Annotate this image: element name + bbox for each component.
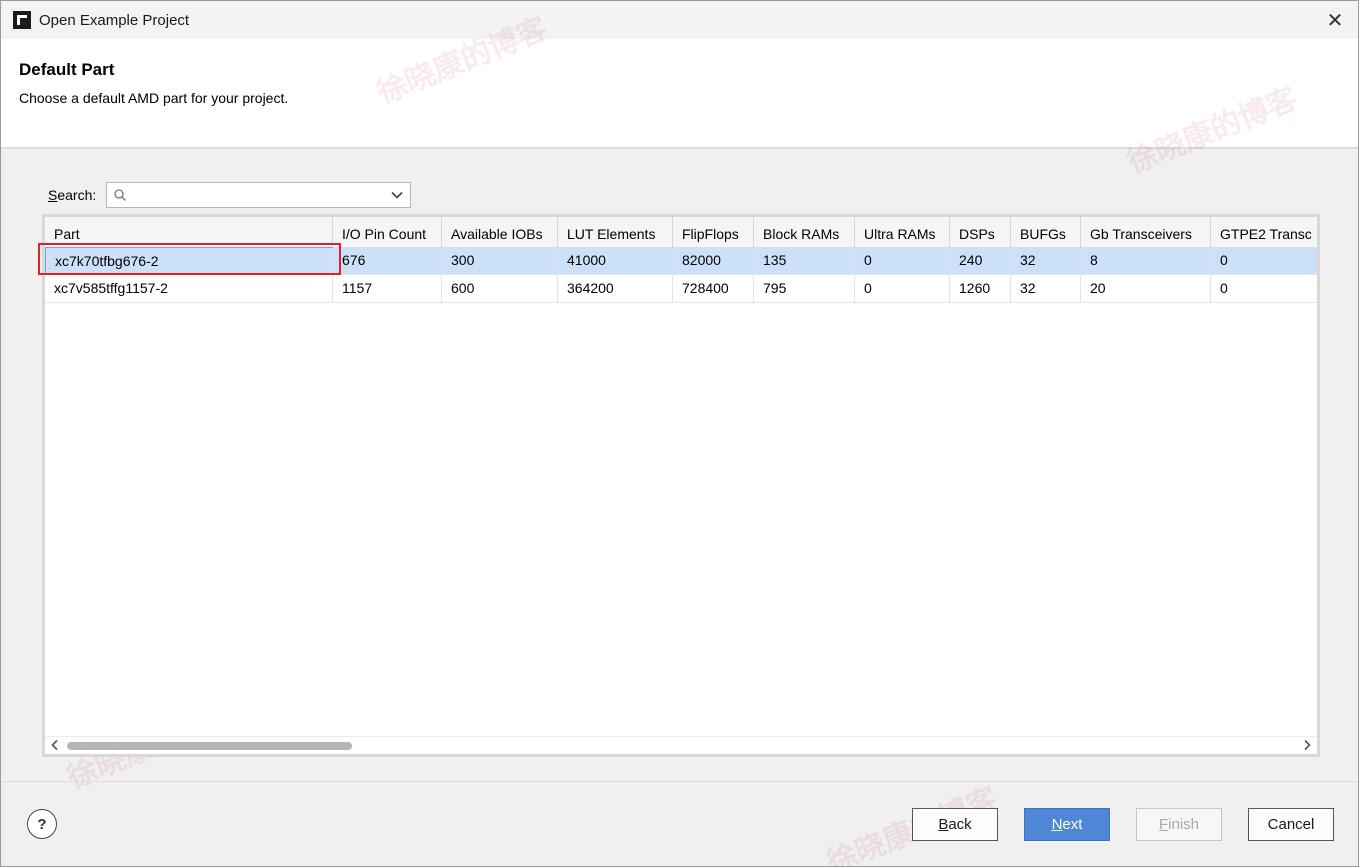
column-header-part[interactable]: Part: [45, 217, 333, 247]
back-label: ack: [948, 816, 972, 833]
cell-lut-elements[interactable]: 41000: [558, 247, 673, 274]
footer-divider: [1, 781, 1358, 782]
cell-flipflops[interactable]: 82000: [673, 247, 754, 274]
cell-dsps[interactable]: 1260: [950, 275, 1011, 302]
help-button[interactable]: ?: [27, 809, 57, 839]
column-header-bufgs[interactable]: BUFGs: [1011, 217, 1081, 247]
amd-logo-icon: [13, 11, 31, 29]
chevron-down-icon[interactable]: [390, 188, 404, 202]
title-bar: Open Example Project ✕: [1, 1, 1358, 39]
cancel-button[interactable]: Cancel: [1248, 808, 1334, 841]
cell-available-iobs[interactable]: 300: [442, 247, 558, 274]
header-panel: Default Part Choose a default AMD part f…: [1, 39, 1358, 149]
cell-gtpe2-transceivers[interactable]: 0: [1211, 275, 1317, 302]
cell-gtpe2-transceivers[interactable]: 0: [1211, 247, 1317, 274]
next-mnemonic: N: [1051, 816, 1063, 833]
back-button[interactable]: Back: [912, 808, 998, 841]
cell-available-iobs[interactable]: 600: [442, 275, 558, 302]
next-button[interactable]: Next: [1024, 808, 1110, 841]
page-subtitle: Choose a default AMD part for your proje…: [19, 90, 289, 106]
table-header: Part I/O Pin Count Available IOBs LUT El…: [45, 217, 1317, 248]
cell-block-rams[interactable]: 795: [754, 275, 855, 302]
cell-part[interactable]: xc7v585tffg1157-2: [45, 275, 333, 302]
column-header-gb-transceivers[interactable]: Gb Transceivers: [1081, 217, 1211, 247]
search-input[interactable]: [131, 185, 385, 207]
cell-gb-transceivers[interactable]: 8: [1081, 247, 1211, 274]
page-title: Default Part: [19, 60, 115, 79]
table-row[interactable]: xc7v585tffg1157-2 1157 600 364200 728400…: [45, 275, 1317, 303]
scrollbar-thumb[interactable]: [67, 742, 352, 750]
finish-label: inish: [1168, 816, 1200, 833]
cell-ultra-rams[interactable]: 0: [855, 275, 950, 302]
column-header-dsps[interactable]: DSPs: [950, 217, 1011, 247]
search-icon: [114, 189, 126, 201]
column-header-block-rams[interactable]: Block RAMs: [754, 217, 855, 247]
table-row-selected[interactable]: xc7k70tfbg676-2 676 300 41000 82000 135 …: [45, 247, 1317, 275]
column-header-available-iobs[interactable]: Available IOBs: [442, 217, 558, 247]
chevron-left-icon[interactable]: [48, 738, 62, 752]
cell-dsps[interactable]: 240: [950, 247, 1011, 274]
column-header-gtpe2-transceivers[interactable]: GTPE2 Transc: [1211, 217, 1317, 247]
search-label-text: earch:: [57, 187, 97, 203]
cell-ultra-rams[interactable]: 0: [855, 247, 950, 274]
search-label-mnemonic: S: [48, 187, 58, 203]
cell-bufgs[interactable]: 32: [1011, 275, 1081, 302]
open-example-project-dialog: Open Example Project ✕ Default Part Choo…: [0, 0, 1359, 867]
cell-bufgs[interactable]: 32: [1011, 247, 1081, 274]
back-mnemonic: B: [938, 816, 949, 833]
help-icon: ?: [37, 815, 47, 833]
finish-button: Finish: [1136, 808, 1222, 841]
next-label: ext: [1062, 816, 1083, 833]
parts-table: Part I/O Pin Count Available IOBs LUT El…: [42, 214, 1320, 757]
cell-io-pin-count[interactable]: 1157: [333, 275, 442, 302]
horizontal-scrollbar[interactable]: [45, 736, 1317, 754]
close-icon: ✕: [1326, 9, 1344, 32]
search-box[interactable]: [106, 182, 411, 208]
column-header-io-pin-count[interactable]: I/O Pin Count: [333, 217, 442, 247]
column-header-ultra-rams[interactable]: Ultra RAMs: [855, 217, 950, 247]
cell-flipflops[interactable]: 728400: [673, 275, 754, 302]
window-title: Open Example Project: [39, 11, 190, 29]
chevron-right-icon[interactable]: [1300, 738, 1314, 752]
search-label: Search:: [48, 187, 96, 203]
cell-gb-transceivers[interactable]: 20: [1081, 275, 1211, 302]
column-header-flipflops[interactable]: FlipFlops: [673, 217, 754, 247]
cell-io-pin-count[interactable]: 676: [333, 247, 442, 274]
cell-part[interactable]: xc7k70tfbg676-2: [45, 247, 333, 274]
finish-mnemonic: F: [1158, 816, 1169, 833]
cell-block-rams[interactable]: 135: [754, 247, 855, 274]
cell-lut-elements[interactable]: 364200: [558, 275, 673, 302]
close-button[interactable]: ✕: [1324, 9, 1346, 32]
column-header-lut-elements[interactable]: LUT Elements: [558, 217, 673, 247]
